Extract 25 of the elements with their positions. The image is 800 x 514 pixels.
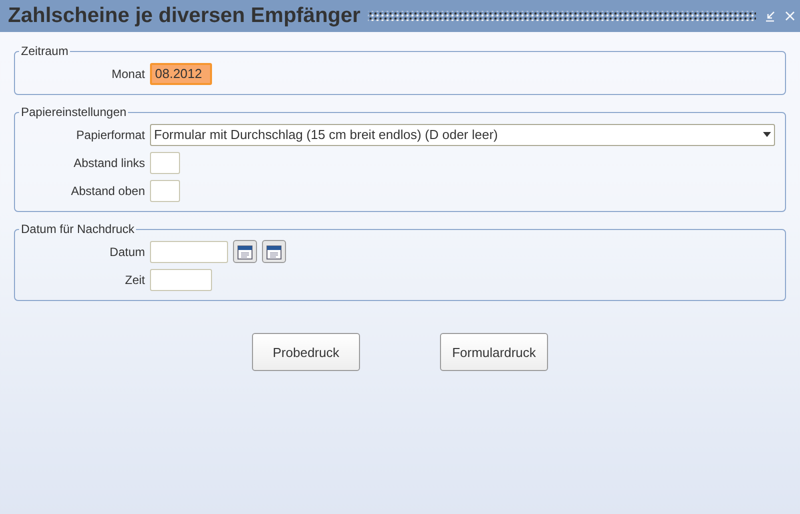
section-title: Papiereinstellungen (20, 105, 128, 119)
section-title: Datum für Nachdruck (20, 222, 136, 236)
field-label: Monat (110, 66, 145, 80)
input-field[interactable] (150, 152, 180, 174)
close-icon[interactable] (784, 10, 796, 22)
print-button[interactable]: Formulardruck (440, 333, 548, 371)
field-label: Zeit (124, 272, 145, 286)
paper-format-dropdown[interactable]: Formular mit Durchschlag (15 cm breit endlos) (D oder leer) (150, 124, 775, 146)
calendar-button[interactable] (262, 240, 286, 263)
dropdown-arrow-icon (763, 132, 771, 137)
field-label: Abstand oben (70, 184, 145, 198)
field-label: Abstand links (72, 156, 145, 170)
input-field[interactable] (150, 180, 180, 202)
input-field[interactable]: 08.2012 (150, 62, 212, 84)
input-field[interactable] (150, 268, 212, 290)
date-field[interactable] (150, 240, 228, 262)
calendar-icon (237, 244, 253, 260)
field-label: Papierformat (75, 128, 145, 142)
calendar-icon (266, 244, 282, 260)
print-button[interactable]: Probedruck (252, 333, 360, 371)
minimize-icon[interactable] (764, 10, 776, 22)
field-label: Datum (108, 244, 145, 258)
section-title: Zeitraum (20, 44, 70, 58)
calendar-button[interactable] (233, 240, 257, 263)
window-title: Zahlscheine je diversen Empfänger (8, 4, 360, 28)
